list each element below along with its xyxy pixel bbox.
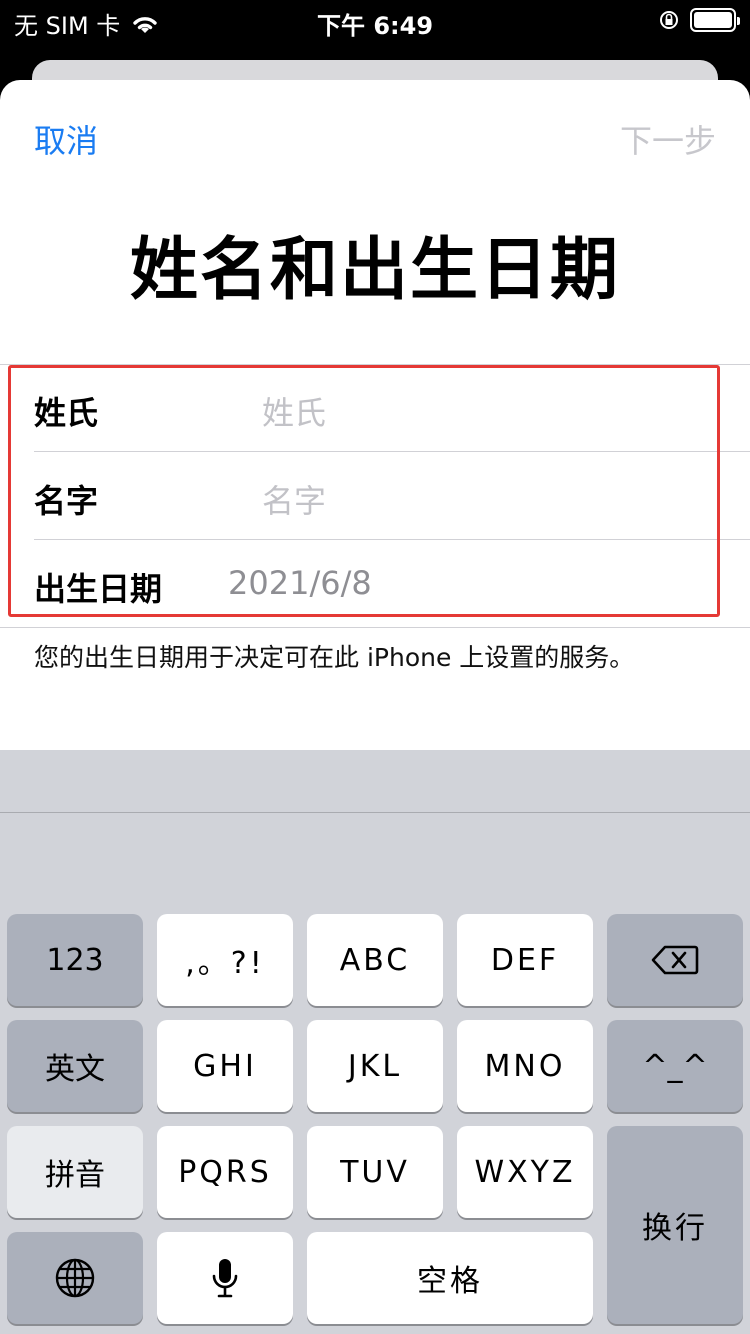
key-label: WXYZ (474, 1154, 576, 1190)
form-sheet: 取消 下一步 姓名和出生日期 姓氏 姓氏 名字 名字 出生日期 2021/6/8… (0, 80, 750, 750)
key-label: JKL (347, 1048, 403, 1084)
divider (0, 627, 750, 628)
key-label: DEF (490, 942, 560, 978)
key-label: ,。?! (185, 946, 265, 981)
key-label: 123 (46, 942, 104, 978)
key-emoticon[interactable]: ^_^ (607, 1020, 743, 1112)
backspace-icon (651, 945, 699, 975)
key-mno[interactable]: MNO (457, 1020, 593, 1112)
highlight-box (8, 365, 720, 617)
key-abc[interactable]: ABC (307, 914, 443, 1006)
orientation-lock-icon (660, 11, 678, 29)
status-right (658, 8, 740, 32)
key-label: ABC (339, 942, 411, 978)
key-label: MNO (484, 1048, 566, 1084)
key-pqrs[interactable]: PQRS (157, 1126, 293, 1218)
key-label: TUV (340, 1154, 410, 1190)
key-space[interactable]: 空格 (307, 1232, 593, 1324)
key-english[interactable]: 英文 (7, 1020, 143, 1112)
battery-icon (690, 8, 740, 32)
key-label: GHI (193, 1048, 257, 1084)
key-return[interactable]: 换行 (607, 1126, 743, 1324)
key-wxyz[interactable]: WXYZ (457, 1126, 593, 1218)
next-button[interactable]: 下一步 (620, 116, 716, 162)
key-jkl[interactable]: JKL (307, 1020, 443, 1112)
key-dictation[interactable] (157, 1232, 293, 1324)
keyboard: 123 ,。?! ABC DEF 英文 GHI JKL MNO ^_^ 拼音 P… (0, 750, 750, 1334)
candidate-bar-divider (0, 812, 750, 813)
key-def[interactable]: DEF (457, 914, 593, 1006)
key-label: PQRS (178, 1154, 272, 1190)
key-123[interactable]: 123 (7, 914, 143, 1006)
microphone-icon (212, 1259, 238, 1298)
globe-icon (55, 1258, 95, 1298)
cancel-button[interactable]: 取消 (34, 116, 98, 162)
key-label: 空格 (417, 1264, 483, 1299)
key-label: ^_^ (642, 1048, 708, 1084)
key-label: 换行 (642, 1211, 708, 1246)
key-ghi[interactable]: GHI (157, 1020, 293, 1112)
key-label: 英文 (45, 1052, 105, 1087)
key-label: 拼音 (45, 1158, 105, 1193)
status-bar: 无 SIM 卡 下午 6:49 (0, 0, 750, 42)
key-tuv[interactable]: TUV (307, 1126, 443, 1218)
page-title: 姓名和出生日期 (129, 231, 620, 310)
status-time: 下午 6:49 (316, 12, 434, 40)
key-delete[interactable] (607, 914, 743, 1006)
key-punctuation[interactable]: ,。?! (157, 914, 293, 1006)
key-pinyin[interactable]: 拼音 (7, 1126, 143, 1218)
key-globe[interactable] (7, 1232, 143, 1324)
birthday-footnote: 您的出生日期用于决定可在此 iPhone 上设置的服务。 (34, 643, 635, 672)
